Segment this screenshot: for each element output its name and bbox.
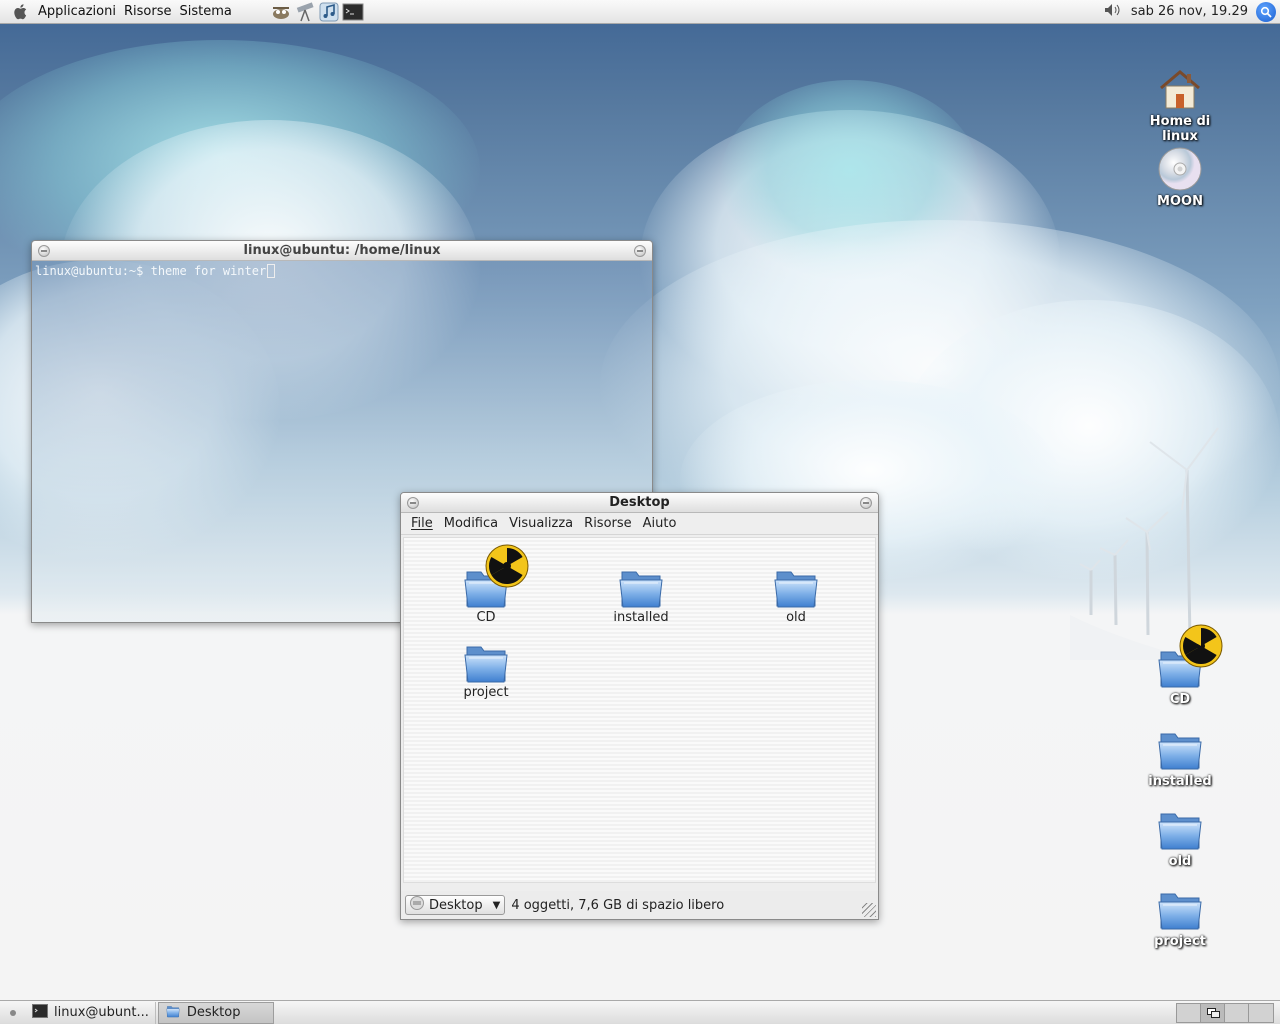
file-item-project[interactable]: project — [441, 639, 531, 700]
radiation-icon — [485, 544, 529, 588]
drive-icon — [409, 896, 425, 914]
desktop-icon-installed[interactable]: installed — [1130, 726, 1230, 789]
radiation-icon — [1179, 624, 1223, 668]
workspace-3[interactable] — [1225, 1003, 1249, 1022]
folder-burn-icon — [463, 544, 529, 610]
file-manager-titlebar[interactable]: Desktop — [401, 493, 878, 513]
desktop-icon-label: CD — [1169, 692, 1191, 707]
menu-risorse[interactable]: Risorse — [120, 4, 176, 19]
terminal-cursor — [267, 264, 276, 278]
file-item-label: project — [463, 685, 509, 700]
menu-risorse[interactable]: Risorse — [580, 516, 639, 531]
apple-menu-icon[interactable] — [14, 3, 28, 20]
gimp-launcher-icon[interactable] — [270, 2, 292, 22]
desktop-icon-label: old — [1168, 854, 1192, 869]
taskbar-item-desktop[interactable]: Desktop — [157, 1001, 274, 1024]
terminal-icon — [32, 1003, 48, 1022]
resize-grip[interactable] — [862, 903, 876, 917]
window-title: linux@ubuntu: /home/linux — [243, 243, 441, 258]
folder-icon — [1157, 886, 1203, 932]
home-icon — [1157, 66, 1203, 112]
volume-icon[interactable] — [1103, 2, 1123, 22]
location-label: Desktop — [429, 897, 483, 913]
file-manager-statusbar: Desktop ▼ 4 oggetti, 7,6 GB di spazio li… — [401, 891, 878, 919]
cd-disc-icon — [1157, 146, 1203, 192]
show-desktop-dot-icon[interactable] — [10, 1009, 16, 1016]
terminal-titlebar[interactable]: linux@ubuntu: /home/linux — [32, 241, 652, 261]
desktop-icon-old[interactable]: old — [1130, 806, 1230, 869]
folder-icon — [165, 1004, 181, 1022]
terminal-prompt: linux@ubuntu:~$ — [35, 264, 151, 278]
desktop-icon-moon[interactable]: MOON — [1130, 146, 1230, 209]
workspace-4[interactable] — [1249, 1003, 1273, 1022]
folder-icon — [463, 639, 509, 685]
window-close-button[interactable] — [860, 497, 872, 509]
window-minimize-button[interactable] — [407, 497, 419, 509]
desktop-icon-cd[interactable]: CD — [1130, 624, 1230, 707]
search-icon[interactable] — [1256, 1, 1276, 22]
desktop-icon-project[interactable]: project — [1130, 886, 1230, 949]
menu-aiuto[interactable]: Aiuto — [639, 516, 684, 531]
desktop-icon-label: installed — [1148, 774, 1212, 789]
desktop-icon-label: MOON — [1157, 194, 1203, 209]
bottom-panel: linux@ubunt... Desktop — [0, 1000, 1280, 1024]
workspace-2[interactable] — [1201, 1003, 1225, 1022]
file-item-label: old — [786, 610, 806, 625]
wind-turbines-illustration — [1070, 427, 1280, 660]
clock[interactable]: sab 26 nov, 19.29 — [1131, 4, 1248, 19]
file-manager-menubar: File Modifica Visualizza Risorse Aiuto — [401, 513, 878, 535]
folder-icon — [1157, 726, 1203, 772]
menu-sistema[interactable]: Sistema — [175, 4, 235, 19]
location-selector[interactable]: Desktop ▼ — [405, 895, 506, 915]
status-text: 4 oggetti, 7,6 GB di spazio libero — [511, 897, 725, 913]
terminal-launcher-icon[interactable] — [342, 2, 364, 22]
desktop-icon-label: project — [1154, 934, 1206, 949]
taskbar-item-label: Desktop — [186, 1005, 241, 1020]
folder-icon — [618, 564, 664, 610]
file-item-label: installed — [613, 610, 669, 625]
menu-file[interactable]: File — [407, 516, 440, 531]
folder-burn-icon — [1157, 624, 1223, 690]
window-minimize-button[interactable] — [38, 245, 50, 257]
file-item-installed[interactable]: installed — [596, 564, 686, 625]
taskbar-item-terminal[interactable]: linux@ubunt... — [26, 1001, 156, 1024]
file-view[interactable]: CD installed old project — [403, 537, 876, 883]
folder-icon — [1157, 806, 1203, 852]
file-item-cd[interactable]: CD — [441, 544, 531, 625]
file-manager-window[interactable]: Desktop File Modifica Visualizza Risorse… — [400, 492, 879, 920]
menu-visualizza[interactable]: Visualizza — [505, 516, 580, 531]
menu-applicazioni[interactable]: Applicazioni — [34, 4, 120, 19]
window-title: Desktop — [609, 495, 670, 510]
workspace-1[interactable] — [1177, 1003, 1201, 1022]
window-close-button[interactable] — [634, 245, 646, 257]
folder-icon — [773, 564, 819, 610]
telescope-launcher-icon[interactable] — [294, 1, 316, 22]
music-player-launcher-icon[interactable] — [318, 2, 340, 22]
menu-modifica[interactable]: Modifica — [440, 516, 505, 531]
top-panel: Applicazioni Risorse Sistema sab 26 nov,… — [0, 0, 1280, 24]
terminal-command: theme for winter — [150, 264, 267, 278]
desktop-icon-label: Home di linux — [1149, 114, 1211, 144]
chevron-down-icon: ▼ — [492, 899, 501, 911]
desktop-icon-home[interactable]: Home di linux — [1130, 66, 1230, 144]
taskbar-item-label: linux@ubunt... — [54, 1005, 149, 1020]
file-item-old[interactable]: old — [751, 564, 841, 625]
workspace-switcher — [1176, 1002, 1274, 1023]
file-item-label: CD — [476, 610, 496, 625]
